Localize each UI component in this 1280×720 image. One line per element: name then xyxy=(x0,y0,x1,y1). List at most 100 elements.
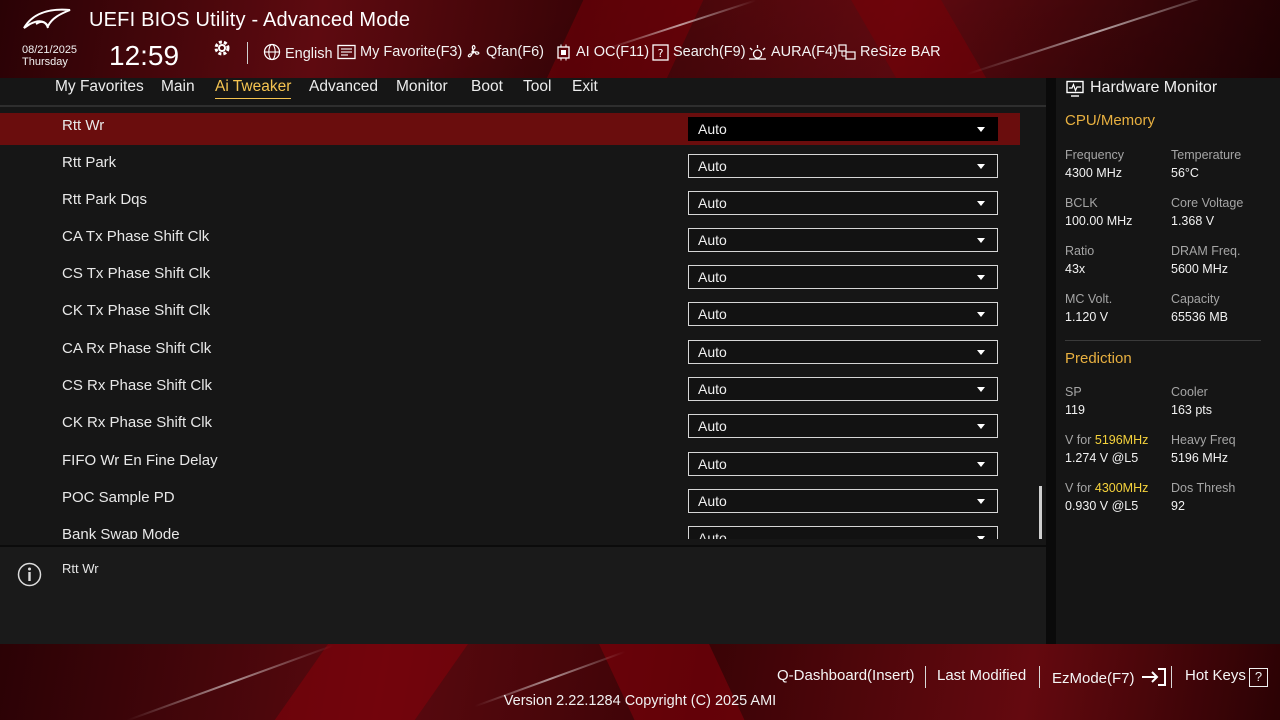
setting-label: Rtt Park xyxy=(62,154,117,171)
hot-keys-button[interactable]: Hot Keys xyxy=(1185,667,1246,684)
prediction-heading: Prediction xyxy=(1065,350,1132,367)
gear-icon[interactable] xyxy=(212,38,232,58)
setting-dropdown[interactable]: Auto xyxy=(688,414,998,438)
setting-row-fifo-wr-en[interactable]: FIFO Wr En Fine Delay Auto xyxy=(0,448,1020,480)
hw-core-voltage: Core Voltage 1.368 V xyxy=(1171,195,1271,231)
tab-exit[interactable]: Exit xyxy=(572,78,598,96)
dropdown-arrow-icon xyxy=(977,238,985,243)
setting-row-cs-tx-phase[interactable]: CS Tx Phase Shift Clk Auto xyxy=(0,261,1020,293)
toolbar-my-favorite[interactable]: My Favorite(F3) xyxy=(337,40,462,64)
setting-row-rtt-park[interactable]: Rtt Park Auto xyxy=(0,150,1020,182)
resize-bar-icon xyxy=(838,43,856,60)
dropdown-arrow-icon xyxy=(977,387,985,392)
tab-monitor[interactable]: Monitor xyxy=(396,78,448,96)
setting-row-ca-tx-phase[interactable]: CA Tx Phase Shift Clk Auto xyxy=(0,224,1020,256)
setting-label: Rtt Wr xyxy=(62,117,105,134)
hw-label: Cooler xyxy=(1171,385,1208,399)
setting-dropdown[interactable]: Auto xyxy=(688,377,998,401)
info-icon xyxy=(17,562,42,587)
hw-value: 1.120 V xyxy=(1065,310,1109,324)
ezmode-button[interactable]: EzMode(F7) xyxy=(1052,667,1167,687)
tab-ai-tweaker[interactable]: Ai Tweaker xyxy=(215,78,292,99)
hw-label: SP xyxy=(1065,385,1082,399)
hw-frequency: Frequency 4300 MHz xyxy=(1065,147,1165,183)
version-text: Version 2.22.1284 Copyright (C) 2025 AMI xyxy=(503,693,777,709)
favorite-icon xyxy=(337,44,356,60)
dropdown-value: Auto xyxy=(698,269,727,285)
ai-oc-icon xyxy=(557,44,570,60)
hot-keys-question-icon[interactable]: ? xyxy=(1249,668,1268,687)
header-decoration xyxy=(527,0,713,78)
header-separator xyxy=(247,42,248,64)
tab-main[interactable]: Main xyxy=(161,78,195,96)
hw-value: 43x xyxy=(1065,262,1086,276)
toolbar-language[interactable]: English xyxy=(263,40,333,64)
setting-dropdown[interactable]: Auto xyxy=(688,154,998,178)
tab-boot[interactable]: Boot xyxy=(471,78,503,96)
setting-row-ck-tx-phase[interactable]: CK Tx Phase Shift Clk Auto xyxy=(0,298,1020,330)
toolbar-search[interactable]: ? Search(F9) xyxy=(652,40,746,64)
toolbar-qfan[interactable]: Qfan(F6) xyxy=(464,40,544,64)
monitor-icon xyxy=(1066,80,1084,97)
hw-label: Temperature xyxy=(1171,148,1242,162)
q-dashboard-button[interactable]: Q-Dashboard(Insert) xyxy=(777,667,915,684)
tab-advanced[interactable]: Advanced xyxy=(309,78,378,96)
toolbar-label: Search(F9) xyxy=(673,44,746,60)
dropdown-value: Auto xyxy=(698,344,727,360)
toolbar-resize-bar[interactable]: ReSize BAR xyxy=(838,40,941,64)
setting-label: CS Rx Phase Shift Clk xyxy=(62,377,213,394)
hw-label: Core Voltage xyxy=(1171,196,1244,210)
setting-label: CK Tx Phase Shift Clk xyxy=(62,302,211,319)
top-header: UEFI BIOS Utility - Advanced Mode 08/21/… xyxy=(0,0,1280,78)
setting-row-rtt-wr[interactable]: Rtt Wr Auto xyxy=(0,113,1020,145)
setting-dropdown[interactable]: Auto xyxy=(688,489,998,513)
setting-label: Bank Swap Mode xyxy=(62,526,180,539)
setting-dropdown[interactable]: Auto xyxy=(688,526,998,539)
toolbar-label: My Favorite(F3) xyxy=(360,44,463,60)
toolbar-label: ReSize BAR xyxy=(860,44,941,60)
dropdown-arrow-icon xyxy=(977,164,985,169)
setting-label: FIFO Wr En Fine Delay xyxy=(62,452,218,469)
setting-row-ck-rx-phase[interactable]: CK Rx Phase Shift Clk Auto xyxy=(0,410,1020,442)
setting-label: CA Rx Phase Shift Clk xyxy=(62,340,212,357)
hw-label: MC Volt. xyxy=(1065,292,1113,306)
hw-value: 4300 MHz xyxy=(1065,166,1122,180)
hw-label-freq: 5196MHz xyxy=(1094,433,1149,447)
setting-row-poc-sample-pd[interactable]: POC Sample PD Auto xyxy=(0,485,1020,517)
settings-list[interactable]: Rtt Wr Auto Rtt Park Auto Rtt Park Dqs A… xyxy=(0,107,1046,539)
setting-dropdown[interactable]: Auto xyxy=(688,452,998,476)
dropdown-arrow-icon xyxy=(977,499,985,504)
setting-label: CA Tx Phase Shift Clk xyxy=(62,228,210,245)
toolbar-aura[interactable]: AURA(F4) xyxy=(748,40,838,64)
setting-dropdown[interactable]: Auto xyxy=(688,191,998,215)
hw-label: DRAM Freq. xyxy=(1171,244,1241,258)
clock: 12:59 xyxy=(109,40,180,71)
hw-dram-freq: DRAM Freq. 5600 MHz xyxy=(1171,243,1271,279)
tab-tool[interactable]: Tool xyxy=(523,78,551,96)
setting-dropdown[interactable]: Auto xyxy=(688,302,998,326)
setting-dropdown[interactable]: Auto xyxy=(688,228,998,252)
dropdown-arrow-icon xyxy=(977,201,985,206)
setting-row-ca-rx-phase[interactable]: CA Rx Phase Shift Clk Auto xyxy=(0,336,1020,368)
setting-row-cs-rx-phase[interactable]: CS Rx Phase Shift Clk Auto xyxy=(0,373,1020,405)
hw-label: V for 5196MHz xyxy=(1065,432,1165,448)
setting-dropdown[interactable]: Auto xyxy=(688,117,998,141)
dropdown-arrow-icon xyxy=(977,350,985,355)
setting-dropdown[interactable]: Auto xyxy=(688,340,998,364)
scrollbar[interactable] xyxy=(1039,486,1042,539)
hw-capacity: Capacity 65536 MB xyxy=(1171,291,1271,327)
hw-v-for-high: V for 5196MHz 1.274 V @L5 xyxy=(1065,432,1165,468)
tab-my-favorites[interactable]: My Favorites xyxy=(55,78,144,96)
dropdown-value: Auto xyxy=(698,195,727,211)
toolbar-ai-oc[interactable]: AI OC(F11) xyxy=(555,40,649,64)
setting-row-bank-swap-mode[interactable]: Bank Swap Mode Auto xyxy=(0,522,1020,539)
svg-text:?: ? xyxy=(658,47,664,60)
last-modified-button[interactable]: Last Modified xyxy=(937,667,1026,684)
dropdown-value: Auto xyxy=(698,530,727,539)
hw-value: 1.368 V xyxy=(1171,214,1215,228)
setting-row-rtt-park-dqs[interactable]: Rtt Park Dqs Auto xyxy=(0,187,1020,219)
setting-label: CK Rx Phase Shift Clk xyxy=(62,414,213,431)
setting-dropdown[interactable]: Auto xyxy=(688,265,998,289)
help-text: Rtt Wr xyxy=(62,561,99,576)
date-display: 08/21/2025 Thursday xyxy=(22,44,77,68)
